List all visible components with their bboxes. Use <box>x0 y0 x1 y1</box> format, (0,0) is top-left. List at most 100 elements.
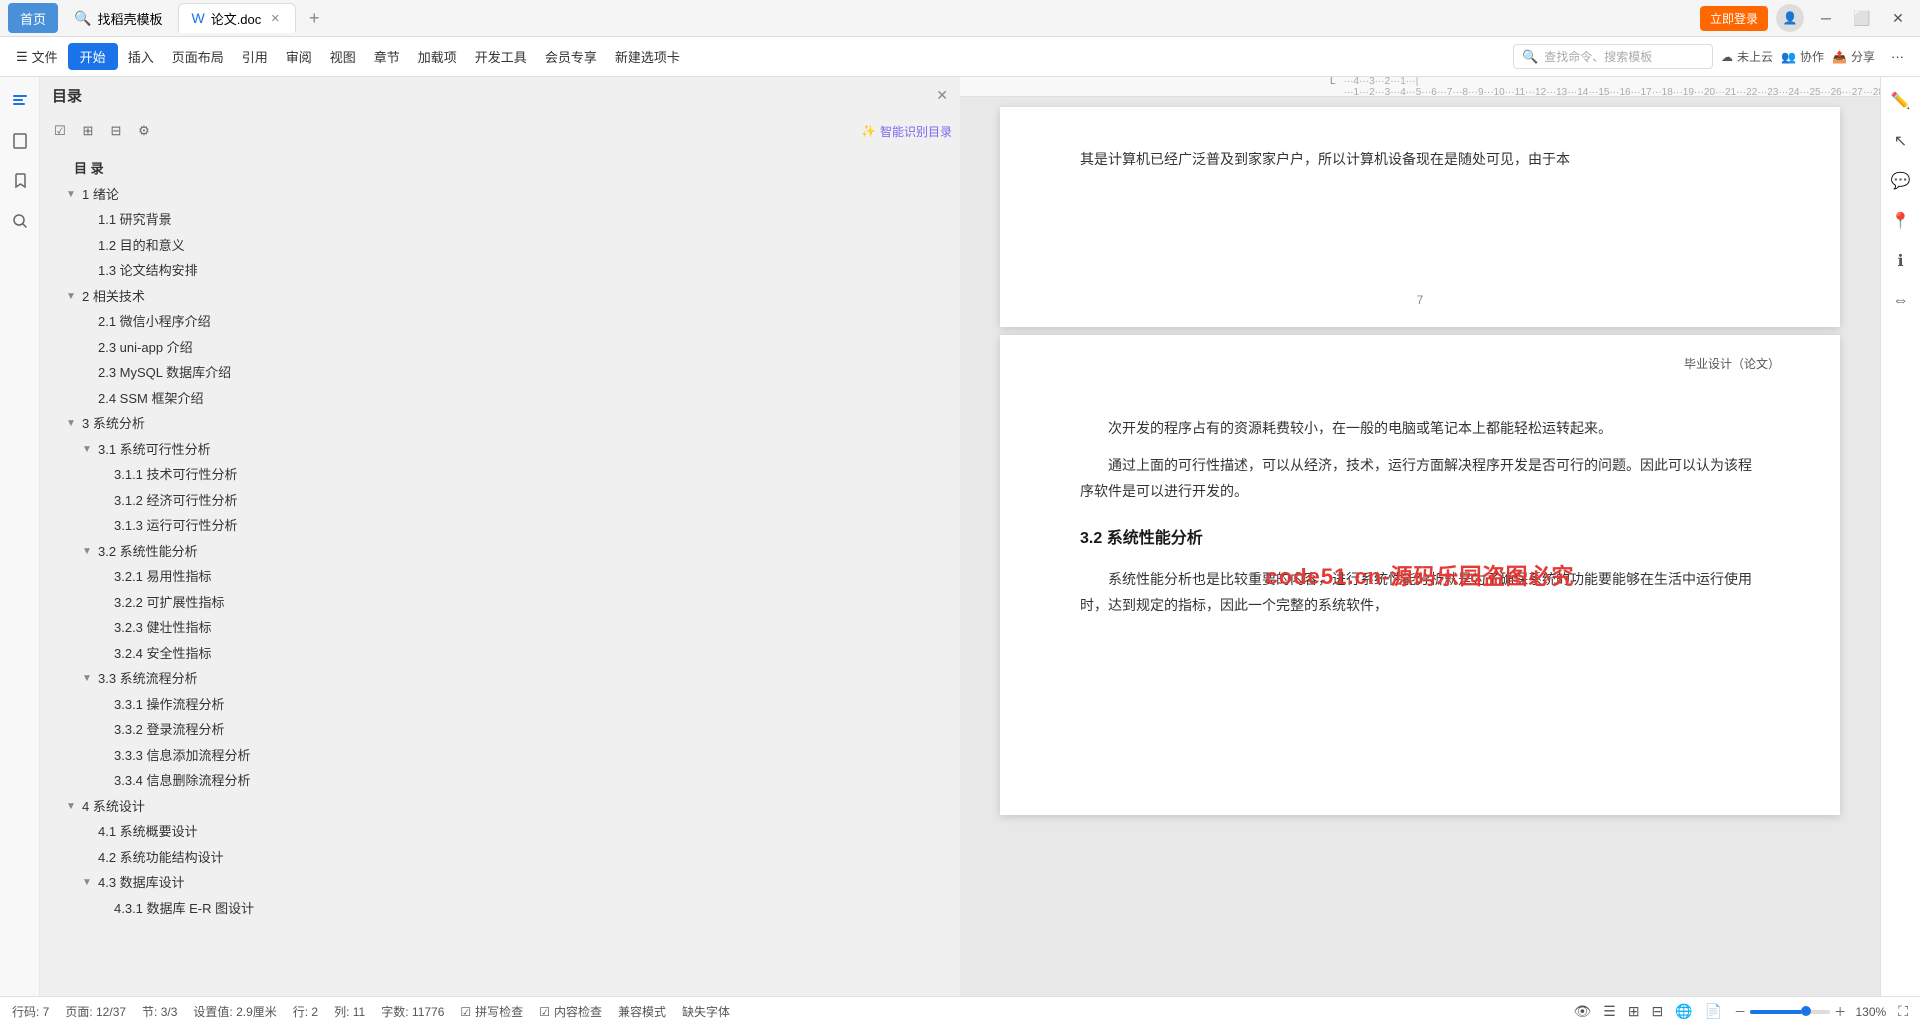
toc-item-21[interactable]: 3.3.1 操作流程分析 <box>40 692 960 718</box>
chapter-label: 章节 <box>374 47 400 66</box>
chapter-tab[interactable]: 章节 <box>366 43 408 70</box>
view-icon-normal[interactable]: 👁 <box>1573 1003 1591 1020</box>
toc-item-6[interactable]: 2.1 微信小程序介绍 <box>40 309 960 335</box>
add-tab-button[interactable]: + <box>300 4 328 32</box>
toc-expand-btn[interactable]: ⊞ <box>76 119 100 143</box>
ai-toc-button[interactable]: ✨ 智能识别目录 <box>861 123 952 140</box>
toc-icon[interactable] <box>4 85 36 117</box>
toc-close-button[interactable]: ✕ <box>936 87 948 104</box>
toc-item-28[interactable]: ▼4.3 数据库设计 <box>40 870 960 896</box>
left-icon-bar <box>0 77 40 996</box>
toc-item-15[interactable]: ▼3.2 系统性能分析 <box>40 539 960 565</box>
view-icon-globe[interactable]: 🌐 <box>1675 1003 1692 1020</box>
start-label: 开始 <box>80 47 106 66</box>
login-button[interactable]: 立即登录 <box>1700 6 1768 31</box>
toc-item-11[interactable]: ▼3.1 系统可行性分析 <box>40 437 960 463</box>
member-tab[interactable]: 会员专享 <box>537 43 605 70</box>
start-tab[interactable]: 开始 <box>68 43 118 70</box>
file-icon: ☰ <box>16 49 28 65</box>
toc-item-12[interactable]: 3.1.1 技术可行性分析 <box>40 462 960 488</box>
more-button[interactable]: ··· <box>1883 45 1912 68</box>
right-location-icon[interactable]: 📍 <box>1885 205 1917 237</box>
document-area[interactable]: 其是计算机已经广泛普及到家家户户，所以计算机设备现在是随处可见，由于本 7 毕业… <box>960 97 1880 996</box>
spell-check-item[interactable]: ☑ 拼写检查 <box>460 1003 523 1020</box>
toc-item-2[interactable]: 1.1 研究背景 <box>40 207 960 233</box>
toc-item-8[interactable]: 2.3 MySQL 数据库介绍 <box>40 360 960 386</box>
new-tab-btn[interactable]: 新建选项卡 <box>607 43 688 70</box>
view-icon-page[interactable]: 📄 <box>1705 1003 1722 1020</box>
file-menu[interactable]: ☰ 文件 <box>8 43 66 70</box>
review-tab[interactable]: 审阅 <box>278 43 320 70</box>
layout-tab[interactable]: 页面布局 <box>164 43 232 70</box>
toc-item-16[interactable]: 3.2.1 易用性指标 <box>40 564 960 590</box>
restore-button[interactable]: ⬜ <box>1848 4 1876 32</box>
toc-settings-btn[interactable]: ⚙ <box>132 119 156 143</box>
toc-item-14[interactable]: 3.1.3 运行可行性分析 <box>40 513 960 539</box>
right-panel: ✏️ ↖ 💬 📍 ℹ ⇔ <box>1880 77 1920 996</box>
cloud-button[interactable]: ☁ 未上云 <box>1721 48 1773 65</box>
toc-item-18[interactable]: 3.2.3 健壮性指标 <box>40 615 960 641</box>
right-expand-icon[interactable]: ⇔ <box>1885 285 1917 317</box>
view-tab[interactable]: 视图 <box>322 43 364 70</box>
tab-document[interactable]: W 论文.doc ✕ <box>178 3 296 33</box>
toc-item-9[interactable]: 2.4 SSM 框架介绍 <box>40 386 960 412</box>
dev-tab[interactable]: 开发工具 <box>467 43 535 70</box>
right-comment-icon[interactable]: 💬 <box>1885 165 1917 197</box>
status-bar: 行码: 7 页面: 12/37 节: 3/3 设置值: 2.9厘米 行: 2 列… <box>0 996 1920 1026</box>
close-button[interactable]: ✕ <box>1884 4 1912 32</box>
collab-button[interactable]: 👥 协作 <box>1781 48 1824 65</box>
bookmark-icon[interactable] <box>4 165 36 197</box>
cloud-icon: ☁ <box>1721 50 1733 64</box>
view-icon-list[interactable]: ☰ <box>1603 1003 1616 1020</box>
document-page-1: 其是计算机已经广泛普及到家家户户，所以计算机设备现在是随处可见，由于本 7 <box>1000 107 1840 327</box>
toc-item-22[interactable]: 3.3.2 登录流程分析 <box>40 717 960 743</box>
insert-tab[interactable]: 插入 <box>120 43 162 70</box>
zoom-slider[interactable] <box>1750 1010 1830 1014</box>
ref-tab[interactable]: 引用 <box>234 43 276 70</box>
toc-item-26[interactable]: 4.1 系统概要设计 <box>40 819 960 845</box>
toc-item-29[interactable]: 4.3.1 数据库 E-R 图设计 <box>40 896 960 922</box>
toc-item-3[interactable]: 1.2 目的和意义 <box>40 233 960 259</box>
close-tab-icon[interactable]: ✕ <box>267 10 283 26</box>
tab-template[interactable]: 🔍 找稻壳模板 <box>62 3 174 33</box>
toc-item-23[interactable]: 3.3.3 信息添加流程分析 <box>40 743 960 769</box>
toc-item-0[interactable]: 目 录 <box>40 156 960 182</box>
search-icon-btn[interactable] <box>4 205 36 237</box>
toc-item-20[interactable]: ▼3.3 系统流程分析 <box>40 666 960 692</box>
toc-item-1[interactable]: ▼1 绪论 <box>40 182 960 208</box>
toc-item-24[interactable]: 3.3.4 信息删除流程分析 <box>40 768 960 794</box>
toc-item-label: 3.2.3 健壮性指标 <box>114 618 212 638</box>
toc-item-7[interactable]: 2.3 uni-app 介绍 <box>40 335 960 361</box>
load-tab[interactable]: 加载项 <box>410 43 465 70</box>
minimize-button[interactable]: ─ <box>1812 4 1840 32</box>
toc-check-btn[interactable]: ☑ <box>48 119 72 143</box>
toc-item-10[interactable]: ▼3 系统分析 <box>40 411 960 437</box>
toc-item-25[interactable]: ▼4 系统设计 <box>40 794 960 820</box>
right-info-icon[interactable]: ℹ <box>1885 245 1917 277</box>
toc-item-19[interactable]: 3.2.4 安全性指标 <box>40 641 960 667</box>
zoom-control[interactable]: － ＋ 130% <box>1734 1003 1886 1020</box>
toc-expand-icon: ▼ <box>64 289 78 303</box>
toc-item-17[interactable]: 3.2.2 可扩展性指标 <box>40 590 960 616</box>
content-check-item[interactable]: ☑ 内容检查 <box>539 1003 602 1020</box>
pages-icon[interactable] <box>4 125 36 157</box>
toc-item-5[interactable]: ▼2 相关技术 <box>40 284 960 310</box>
zoom-out-icon[interactable]: － <box>1734 1003 1746 1020</box>
right-cursor-icon[interactable]: ↖ <box>1885 125 1917 157</box>
search-box[interactable]: 🔍 查找命令、搜索模板 <box>1513 44 1713 69</box>
toc-toolbar: ☑ ⊞ ⊟ ⚙ ✨ 智能识别目录 <box>40 115 960 148</box>
toc-item-27[interactable]: 4.2 系统功能结构设计 <box>40 845 960 871</box>
toc-collapse-btn[interactable]: ⊟ <box>104 119 128 143</box>
tab-home[interactable]: 首页 <box>8 3 58 33</box>
right-edit-icon[interactable]: ✏️ <box>1885 85 1917 117</box>
share-button[interactable]: 📤 分享 <box>1832 48 1875 65</box>
toc-item-4[interactable]: 1.3 论文结构安排 <box>40 258 960 284</box>
toc-expand-icon: ▼ <box>64 187 78 201</box>
fullscreen-icon[interactable]: ⛶ <box>1898 1003 1908 1020</box>
view-icon-two[interactable]: ⊟ <box>1652 1003 1664 1020</box>
user-avatar[interactable]: 👤 <box>1776 4 1804 32</box>
zoom-in-icon[interactable]: ＋ <box>1834 1003 1846 1020</box>
zoom-thumb <box>1801 1006 1811 1016</box>
toc-item-13[interactable]: 3.1.2 经济可行性分析 <box>40 488 960 514</box>
view-icon-split[interactable]: ⊞ <box>1628 1003 1640 1020</box>
